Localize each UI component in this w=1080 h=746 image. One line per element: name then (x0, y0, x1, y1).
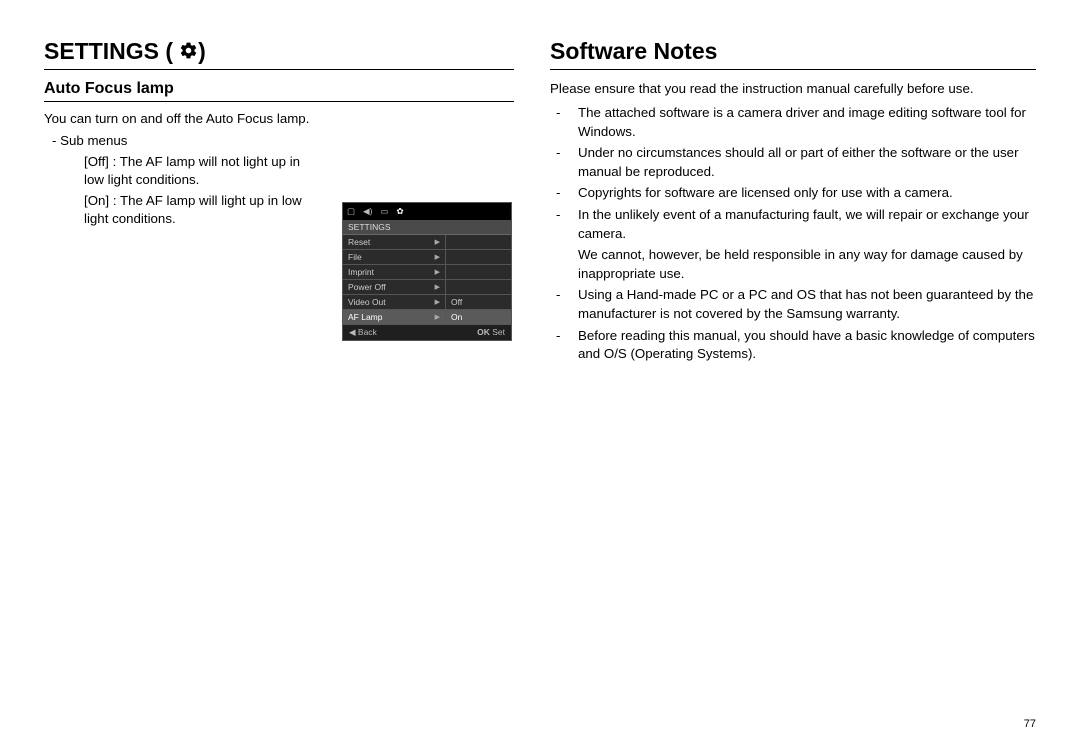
lcd-row-poweroff: Power Off▶ (343, 280, 511, 295)
camera-icon: ▢ (347, 206, 355, 217)
gear-icon (179, 39, 198, 66)
auto-focus-lamp-subheading: Auto Focus lamp (44, 80, 514, 102)
lcd-row-imprint: Imprint▶ (343, 265, 511, 280)
submenu-on: [On] : The AF lamp will light up in low … (84, 192, 312, 228)
lcd-back: ◀ Back (349, 327, 377, 338)
lcd-footer: ◀ Back OK Set (343, 325, 511, 340)
lcd-top-tabs: ▢ ◀) ▭ ✿ (343, 203, 511, 220)
sound-icon: ◀) (363, 206, 372, 217)
note-bullet-5: -Using a Hand-made PC or a PC and OS tha… (550, 286, 1036, 323)
page-number: 77 (1024, 718, 1036, 730)
lcd-row-reset: Reset▶ (343, 235, 511, 250)
submenu-off: [Off] : The AF lamp will not light up in… (84, 153, 312, 189)
software-intro: Please ensure that you read the instruct… (550, 80, 1036, 98)
settings-heading: SETTINGS ( ) (44, 38, 514, 70)
note-bullet-1: -The attached software is a camera drive… (550, 104, 1036, 141)
lcd-row-videoout: Video Out▶Off (343, 295, 511, 310)
left-column: SETTINGS ( ) Auto Focus lamp You can tur… (44, 38, 540, 728)
settings-tab-icon: ✿ (396, 206, 403, 217)
note-bullet-4: -In the unlikely event of a manufacturin… (550, 206, 1036, 243)
note-bullet-2: -Under no circumstances should all or pa… (550, 144, 1036, 181)
intro-text: You can turn on and off the Auto Focus l… (44, 110, 514, 128)
lcd-row-file: File▶ (343, 250, 511, 265)
right-column: Software Notes Please ensure that you re… (540, 38, 1036, 728)
software-notes-heading-text: Software Notes (550, 38, 717, 65)
lcd-section-title: SETTINGS (343, 220, 511, 235)
camera-lcd-preview: ▢ ◀) ▭ ✿ SETTINGS Reset▶ File▶ Imprint▶ … (342, 202, 512, 341)
heading-text-prefix: SETTINGS ( (44, 38, 173, 65)
manual-page: SETTINGS ( ) Auto Focus lamp You can tur… (0, 0, 1080, 746)
display-icon: ▭ (380, 206, 388, 217)
submenus-label: Sub menus (66, 132, 514, 150)
lcd-option-on: On (446, 310, 511, 325)
lcd-ok-set: OK Set (477, 327, 505, 338)
heading-text-suffix: ) (198, 38, 206, 65)
software-notes-heading: Software Notes (550, 38, 1036, 70)
note-bullet-3: -Copyrights for software are licensed on… (550, 184, 1036, 203)
note-bullet-6: -Before reading this manual, you should … (550, 327, 1036, 364)
lcd-row-aflamp: AF Lamp▶On (343, 310, 511, 325)
note-bullet-4-cont: We cannot, however, be held responsible … (578, 246, 1036, 283)
lcd-option-off: Off (446, 295, 511, 310)
